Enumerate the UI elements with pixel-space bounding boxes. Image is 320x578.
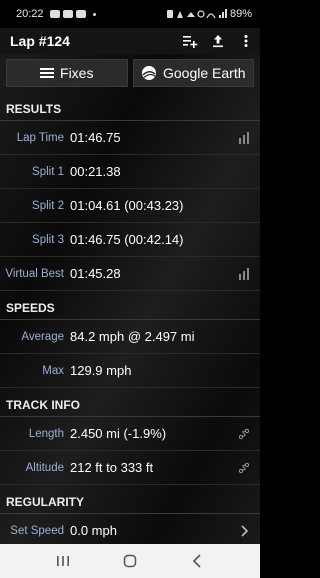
- row-label: Split 3: [32, 233, 64, 246]
- back-icon: [192, 554, 201, 568]
- result-row-lap-time[interactable]: Lap Time 01:46.75: [0, 121, 260, 155]
- home-icon: [123, 554, 137, 568]
- recents-button[interactable]: [53, 551, 73, 571]
- row-value: 00:21.38: [70, 164, 121, 179]
- youtube-icon: [62, 10, 73, 18]
- row-label: Virtual Best: [5, 267, 64, 280]
- bar-chart-icon[interactable]: [238, 268, 250, 280]
- notification-icon: [49, 10, 60, 18]
- fixes-label: Fixes: [60, 65, 94, 81]
- share-button[interactable]: [204, 28, 232, 54]
- app-bar: Lap #124: [0, 28, 260, 54]
- recents-icon: [57, 556, 70, 566]
- connectivity-icons: [166, 9, 227, 19]
- result-row-split-1: Split 1 00:21.38: [0, 155, 260, 189]
- list-icon: [40, 68, 55, 78]
- playlist-add-icon: [183, 36, 198, 48]
- row-value: 2.450 mi (-1.9%): [70, 426, 167, 441]
- row-label: Split 1: [32, 165, 64, 178]
- speeds-header: SPEEDS: [0, 296, 260, 320]
- row-value: 01:46.75 (00:42.14): [70, 232, 184, 247]
- back-button[interactable]: [187, 551, 207, 571]
- overflow-menu-button[interactable]: [232, 28, 260, 54]
- chevron-right-icon[interactable]: [238, 525, 250, 537]
- more-vertical-icon: [244, 35, 248, 47]
- result-row-virtual-best[interactable]: Virtual Best 01:45.28: [0, 257, 260, 291]
- fixes-button[interactable]: Fixes: [6, 59, 128, 87]
- google-earth-label: Google Earth: [163, 65, 246, 81]
- mail-icon: [75, 10, 86, 18]
- row-label: Average: [21, 330, 64, 343]
- system-nav-bar: [0, 544, 260, 578]
- row-value: 01:45.28: [70, 266, 121, 281]
- add-to-playlist-button[interactable]: [176, 28, 204, 54]
- result-row-split-3: Split 3 01:46.75 (00:42.14): [0, 223, 260, 257]
- regularity-header: REGULARITY: [0, 490, 260, 514]
- status-bar: 20:22 89%: [0, 0, 260, 28]
- row-label: Altitude: [25, 461, 64, 474]
- row-label: Length: [28, 427, 64, 440]
- page-title: Lap #124: [10, 33, 70, 49]
- result-row-split-2: Split 2 01:04.61 (00:43.23): [0, 189, 260, 223]
- row-label: Max: [42, 364, 64, 377]
- track-path-icon[interactable]: [238, 462, 250, 474]
- row-label: Set Speed: [10, 524, 64, 537]
- lap-details[interactable]: Fixes Google Earth RESULTS Lap Time 01:4…: [0, 54, 260, 544]
- row-label: Lap Time: [16, 131, 64, 144]
- google-earth-button[interactable]: Google Earth: [132, 59, 254, 87]
- notification-icons: [49, 10, 96, 18]
- row-value: 01:46.75: [70, 130, 121, 145]
- track-row-altitude[interactable]: Altitude 212 ft to 333 ft: [0, 451, 260, 485]
- upload-icon: [213, 35, 223, 48]
- regularity-row-set-speed[interactable]: Set Speed 0.0 mph: [0, 514, 260, 544]
- row-value: 129.9 mph: [70, 363, 132, 378]
- track-info-header: TRACK INFO: [0, 393, 260, 417]
- results-header: RESULTS: [0, 97, 260, 121]
- row-value: 84.2 mph @ 2.497 mi: [70, 329, 195, 344]
- system-icons: 89%: [166, 8, 252, 20]
- more-notifications-icon: [92, 12, 96, 16]
- speed-row-max: Max 129.9 mph: [0, 354, 260, 388]
- track-path-icon[interactable]: [238, 428, 250, 440]
- status-time: 20:22: [16, 8, 44, 20]
- row-value: 01:04.61 (00:43.23): [70, 198, 184, 213]
- row-value: 212 ft to 333 ft: [70, 460, 154, 475]
- battery-level: 89%: [229, 8, 252, 20]
- home-button[interactable]: [120, 551, 140, 571]
- track-row-length[interactable]: Length 2.450 mi (-1.9%): [0, 417, 260, 451]
- row-label: Split 2: [32, 199, 64, 212]
- speed-row-average: Average 84.2 mph @ 2.497 mi: [0, 320, 260, 354]
- row-value: 0.0 mph: [70, 523, 117, 538]
- google-earth-icon: [142, 66, 156, 80]
- bar-chart-icon[interactable]: [238, 132, 250, 144]
